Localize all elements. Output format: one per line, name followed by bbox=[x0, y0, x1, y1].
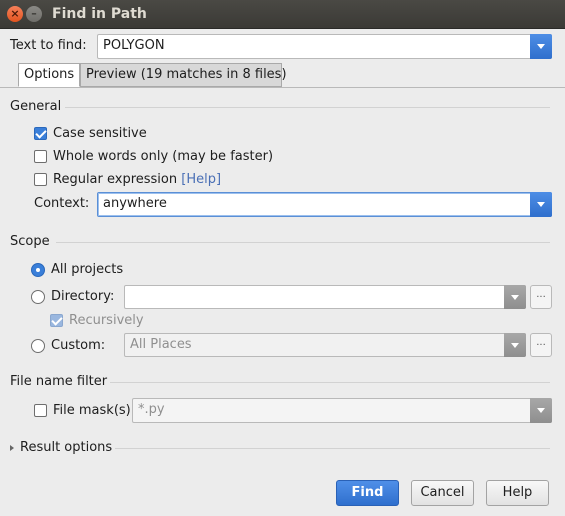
regex-help-link[interactable]: [Help] bbox=[181, 172, 221, 187]
find-button[interactable]: Find bbox=[336, 480, 399, 506]
result-options-label: Result options bbox=[20, 440, 113, 455]
expand-triangle-icon bbox=[10, 444, 14, 451]
file-mask-dropdown-arrow[interactable] bbox=[530, 398, 552, 423]
scope-separator bbox=[56, 242, 550, 243]
file-name-filter-separator bbox=[110, 382, 550, 383]
text-to-find-label: Text to find: bbox=[10, 38, 87, 53]
case-sensitive-label: Case sensitive bbox=[53, 126, 147, 141]
regex-checkbox[interactable] bbox=[34, 173, 47, 186]
close-icon[interactable]: × bbox=[7, 6, 23, 22]
tab-options[interactable]: Options bbox=[18, 63, 80, 87]
custom-scope-select[interactable]: All Places bbox=[124, 333, 526, 357]
file-mask-checkbox[interactable] bbox=[34, 404, 47, 417]
recursively-checkbox bbox=[50, 314, 63, 327]
regex-label: Regular expression [Help] bbox=[53, 172, 221, 187]
all-projects-label: All projects bbox=[51, 262, 124, 277]
general-separator bbox=[65, 107, 550, 108]
file-mask-value: *.py bbox=[138, 402, 165, 417]
directory-dropdown-arrow[interactable] bbox=[504, 285, 526, 309]
regex-label-text: Regular expression bbox=[53, 172, 178, 187]
text-to-find-input[interactable]: POLYGON bbox=[97, 34, 552, 59]
file-name-filter-header: File name filter bbox=[10, 374, 108, 389]
directory-browse-button[interactable]: ... bbox=[530, 285, 552, 309]
custom-label: Custom: bbox=[51, 338, 106, 353]
general-header: General bbox=[10, 99, 62, 114]
file-mask-label: File mask(s) bbox=[53, 403, 131, 418]
minimize-icon[interactable]: – bbox=[26, 6, 42, 22]
directory-label: Directory: bbox=[51, 289, 115, 304]
whole-words-label: Whole words only (may be faster) bbox=[53, 149, 274, 164]
result-options-separator bbox=[115, 448, 550, 449]
tab-divider bbox=[0, 87, 565, 88]
result-options-toggle[interactable]: Result options bbox=[10, 440, 112, 455]
text-to-find-history-dropdown[interactable] bbox=[530, 34, 552, 59]
context-label: Context: bbox=[34, 196, 90, 211]
find-in-path-dialog: × – Find in Path Text to find: POLYGON O… bbox=[0, 0, 565, 516]
context-dropdown-arrow[interactable] bbox=[530, 192, 552, 217]
file-mask-select[interactable]: *.py bbox=[132, 398, 552, 423]
custom-radio[interactable] bbox=[31, 339, 45, 353]
title-bar: × – Find in Path bbox=[0, 0, 565, 29]
cancel-button[interactable]: Cancel bbox=[411, 480, 474, 506]
custom-scope-value: All Places bbox=[130, 337, 192, 352]
window-title: Find in Path bbox=[52, 6, 147, 22]
context-value: anywhere bbox=[103, 196, 167, 211]
directory-input[interactable] bbox=[124, 285, 526, 309]
custom-scope-browse-button[interactable]: ... bbox=[530, 333, 552, 357]
recursively-label: Recursively bbox=[69, 313, 144, 328]
context-select[interactable]: anywhere bbox=[97, 192, 552, 217]
all-projects-radio[interactable] bbox=[31, 263, 45, 277]
scope-header: Scope bbox=[10, 234, 50, 249]
whole-words-checkbox[interactable] bbox=[34, 150, 47, 163]
tab-preview[interactable]: Preview (19 matches in 8 files) bbox=[80, 63, 287, 87]
help-button[interactable]: Help bbox=[486, 480, 549, 506]
custom-scope-dropdown-arrow[interactable] bbox=[504, 333, 526, 357]
text-to-find-value: POLYGON bbox=[103, 38, 165, 53]
case-sensitive-checkbox[interactable] bbox=[34, 127, 47, 140]
directory-radio[interactable] bbox=[31, 290, 45, 304]
